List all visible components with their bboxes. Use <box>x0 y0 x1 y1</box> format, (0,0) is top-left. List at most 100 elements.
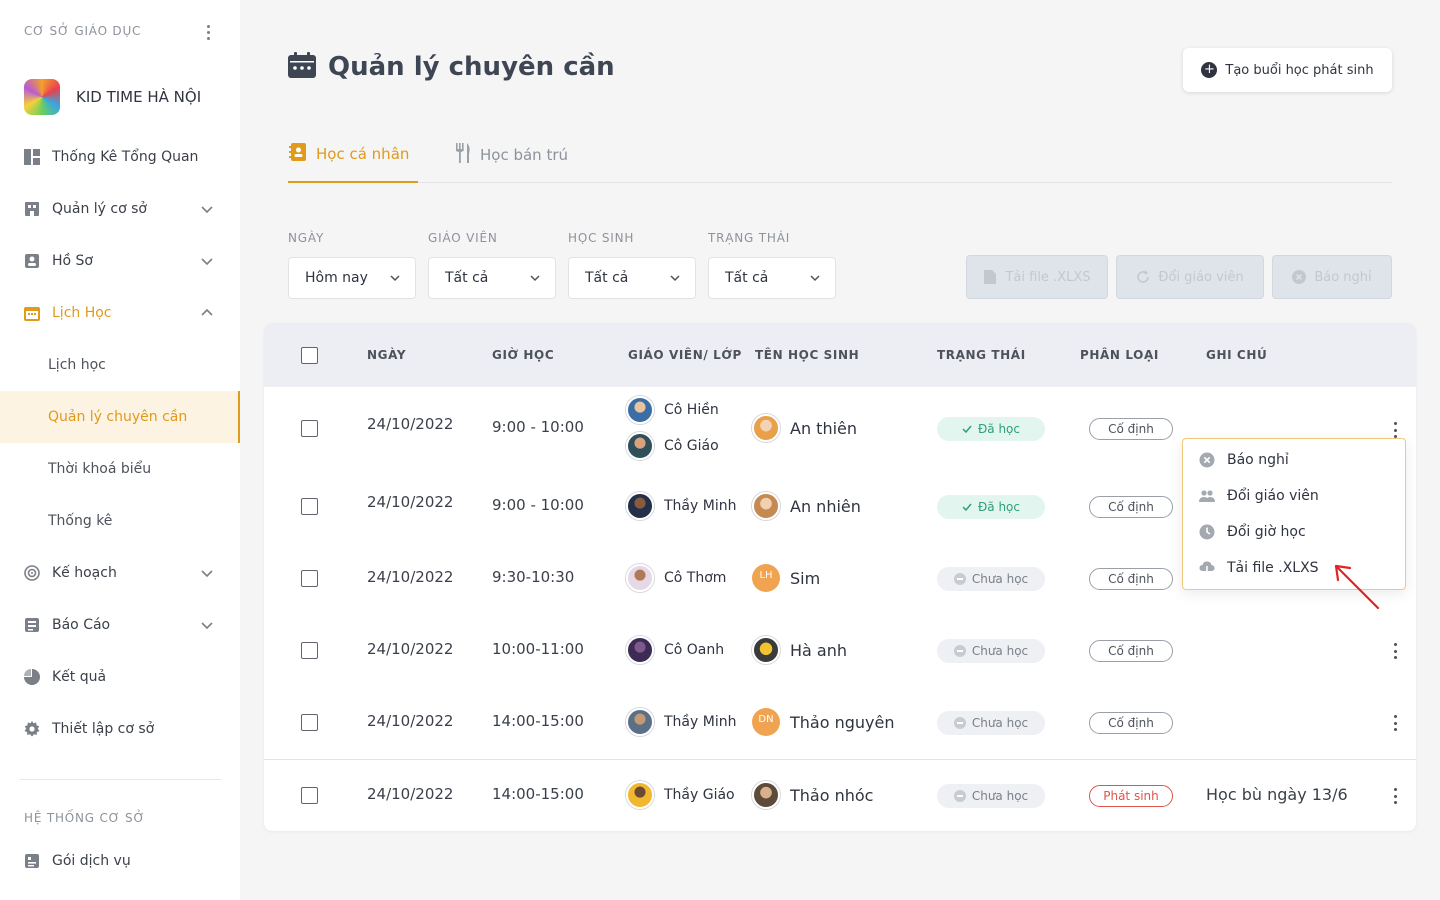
tab-semi-boarding[interactable]: Học bán trú <box>454 126 568 183</box>
sidebar-section-title: CƠ SỞ GIÁO DỤC <box>24 24 142 38</box>
sidebar-item-service-package[interactable]: Gói dịch vụ <box>0 835 240 887</box>
type-badge: Cố định <box>1089 640 1173 662</box>
type-badge: Cố định <box>1089 712 1173 734</box>
row-student: An thiên <box>752 414 857 442</box>
row-checkbox[interactable] <box>301 787 318 804</box>
tab-individual[interactable]: Học cá nhân <box>288 126 418 183</box>
chevron-down-icon <box>530 275 540 282</box>
filter-label: NGÀY <box>288 231 325 245</box>
menu-item-download-xlsx[interactable]: Tải file .XLXS <box>1199 558 1319 578</box>
select-value: Tất cả <box>585 270 629 286</box>
sidebar: CƠ SỞ GIÁO DỤC KID TIME HÀ NỘI Thống Kê … <box>0 0 240 900</box>
sidebar-item-results[interactable]: Kết quả <box>0 651 240 703</box>
chevron-down-icon <box>201 622 213 630</box>
sidebar-subitem-attendance[interactable]: Quản lý chuyên cần <box>0 391 240 443</box>
check-icon <box>962 425 972 433</box>
row-teacher: Thầy Minh <box>626 708 736 736</box>
row-student: DN Thảo nguyên <box>752 708 894 736</box>
filter-label: HỌC SINH <box>568 231 635 245</box>
download-xlsx-label: Tải file .XLXS <box>1005 269 1091 285</box>
select-value: Hôm nay <box>305 270 368 286</box>
sidebar-subitem-schedule[interactable]: Lịch học <box>0 339 240 391</box>
column-header-note: GHI CHÚ <box>1206 348 1268 362</box>
row-menu-button[interactable] <box>1391 420 1399 440</box>
cloud-download-icon <box>1199 560 1215 576</box>
avatar-initials: DN <box>752 708 780 736</box>
sidebar-item-label: Báo Cáo <box>52 617 111 633</box>
brand[interactable]: KID TIME HÀ NỘI <box>24 79 201 115</box>
sidebar-subitem-timetable[interactable]: Thời khoá biểu <box>0 443 240 495</box>
chevron-down-icon <box>390 275 400 282</box>
sidebar-item-report[interactable]: Báo Cáo <box>0 599 240 651</box>
teacher-name: Cô Giáo <box>664 438 719 454</box>
avatar <box>626 781 654 809</box>
row-checkbox[interactable] <box>301 498 318 515</box>
row-date: 24/10/2022 <box>367 415 454 433</box>
row-menu-button[interactable] <box>1391 786 1399 806</box>
sidebar-subitem-statistics[interactable]: Thống kê <box>0 495 240 547</box>
more-vertical-icon[interactable] <box>198 20 218 44</box>
type-badge: Cố định <box>1089 568 1173 590</box>
table-row[interactable]: 24/10/2022 10:00-11:00 Cô Oanh Hà anh Ch… <box>264 615 1416 687</box>
create-extra-session-button[interactable]: + Tạo buổi học phát sinh <box>1183 48 1392 92</box>
row-menu-button[interactable] <box>1391 713 1399 733</box>
chevron-down-icon <box>201 258 213 266</box>
filter-date: NGÀY Hôm nay <box>288 231 416 299</box>
sidebar-item-label: Kế hoạch <box>52 565 117 581</box>
sidebar-item-schedule[interactable]: Lịch Học <box>0 287 240 339</box>
menu-item-change-teacher[interactable]: Đổi giáo viên <box>1199 486 1319 506</box>
sidebar-item-label: Thiết lập cơ sở <box>52 721 155 737</box>
report-absence-button[interactable]: Báo nghỉ <box>1272 255 1392 299</box>
tab-bar: Học cá nhân Học bán trú <box>288 126 1392 183</box>
avatar <box>626 432 654 460</box>
date-select[interactable]: Hôm nay <box>288 257 416 299</box>
sidebar-item-dashboard[interactable]: Thống Kê Tổng Quan <box>0 131 240 183</box>
row-menu-button[interactable] <box>1391 641 1399 661</box>
teacher-select[interactable]: Tất cả <box>428 257 556 299</box>
download-xlsx-button[interactable]: Tải file .XLXS <box>966 255 1108 299</box>
status-badge: Chưa học <box>937 639 1045 663</box>
minus-circle-icon <box>953 645 966 657</box>
sidebar-nav: Thống Kê Tổng Quan Quản lý cơ sở Hồ Sơ L… <box>0 131 240 755</box>
table-row[interactable]: 24/10/2022 14:00-15:00 Thầy Giáo Thảo nh… <box>264 759 1416 831</box>
pie-chart-icon <box>24 669 40 685</box>
sidebar-item-label: Lịch Học <box>52 305 112 321</box>
row-checkbox[interactable] <box>301 714 318 731</box>
menu-item-report-absence[interactable]: Báo nghỉ <box>1199 450 1289 470</box>
sidebar-item-profile[interactable]: Hồ Sơ <box>0 235 240 287</box>
avatar <box>752 492 780 520</box>
select-all-checkbox[interactable] <box>301 347 318 364</box>
status-label: Chưa học <box>971 789 1029 803</box>
change-teacher-button[interactable]: Đổi giáo viên <box>1116 255 1264 299</box>
menu-item-change-time[interactable]: Đổi giờ học <box>1199 522 1306 542</box>
table-row[interactable]: 24/10/2022 14:00-15:00 Thầy Minh DN Thảo… <box>264 687 1416 759</box>
row-student: Thảo nhóc <box>752 781 873 809</box>
brand-logo <box>24 79 60 115</box>
close-circle-icon <box>1292 270 1307 284</box>
sidebar-item-settings[interactable]: Thiết lập cơ sở <box>0 703 240 755</box>
avatar <box>752 781 780 809</box>
dashboard-icon <box>24 149 40 165</box>
sidebar-item-plan[interactable]: Kế hoạch <box>0 547 240 599</box>
status-label: Chưa học <box>971 644 1029 658</box>
student-select[interactable]: Tất cả <box>568 257 696 299</box>
row-teacher: Cô Giáo <box>626 432 719 460</box>
avatar <box>626 396 654 424</box>
status-select[interactable]: Tất cả <box>708 257 836 299</box>
clock-icon <box>1199 524 1215 540</box>
column-header-time: GIỜ HỌC <box>492 348 555 362</box>
sidebar-item-facility[interactable]: Quản lý cơ sở <box>0 183 240 235</box>
status-label: Chưa học <box>971 572 1029 586</box>
users-icon <box>1199 488 1215 504</box>
filter-label: TRẠNG THÁI <box>708 231 791 245</box>
check-icon <box>962 503 972 511</box>
student-name: An thiên <box>790 418 858 438</box>
row-checkbox[interactable] <box>301 570 318 587</box>
status-label: Chưa học <box>971 716 1029 730</box>
status-label: Đã học <box>977 422 1020 436</box>
row-checkbox[interactable] <box>301 420 318 437</box>
contacts-book-icon <box>288 142 308 166</box>
row-checkbox[interactable] <box>301 642 318 659</box>
sidebar-footer-nav: Gói dịch vụ <box>0 835 240 887</box>
filter-label: GIÁO VIÊN <box>428 231 498 245</box>
